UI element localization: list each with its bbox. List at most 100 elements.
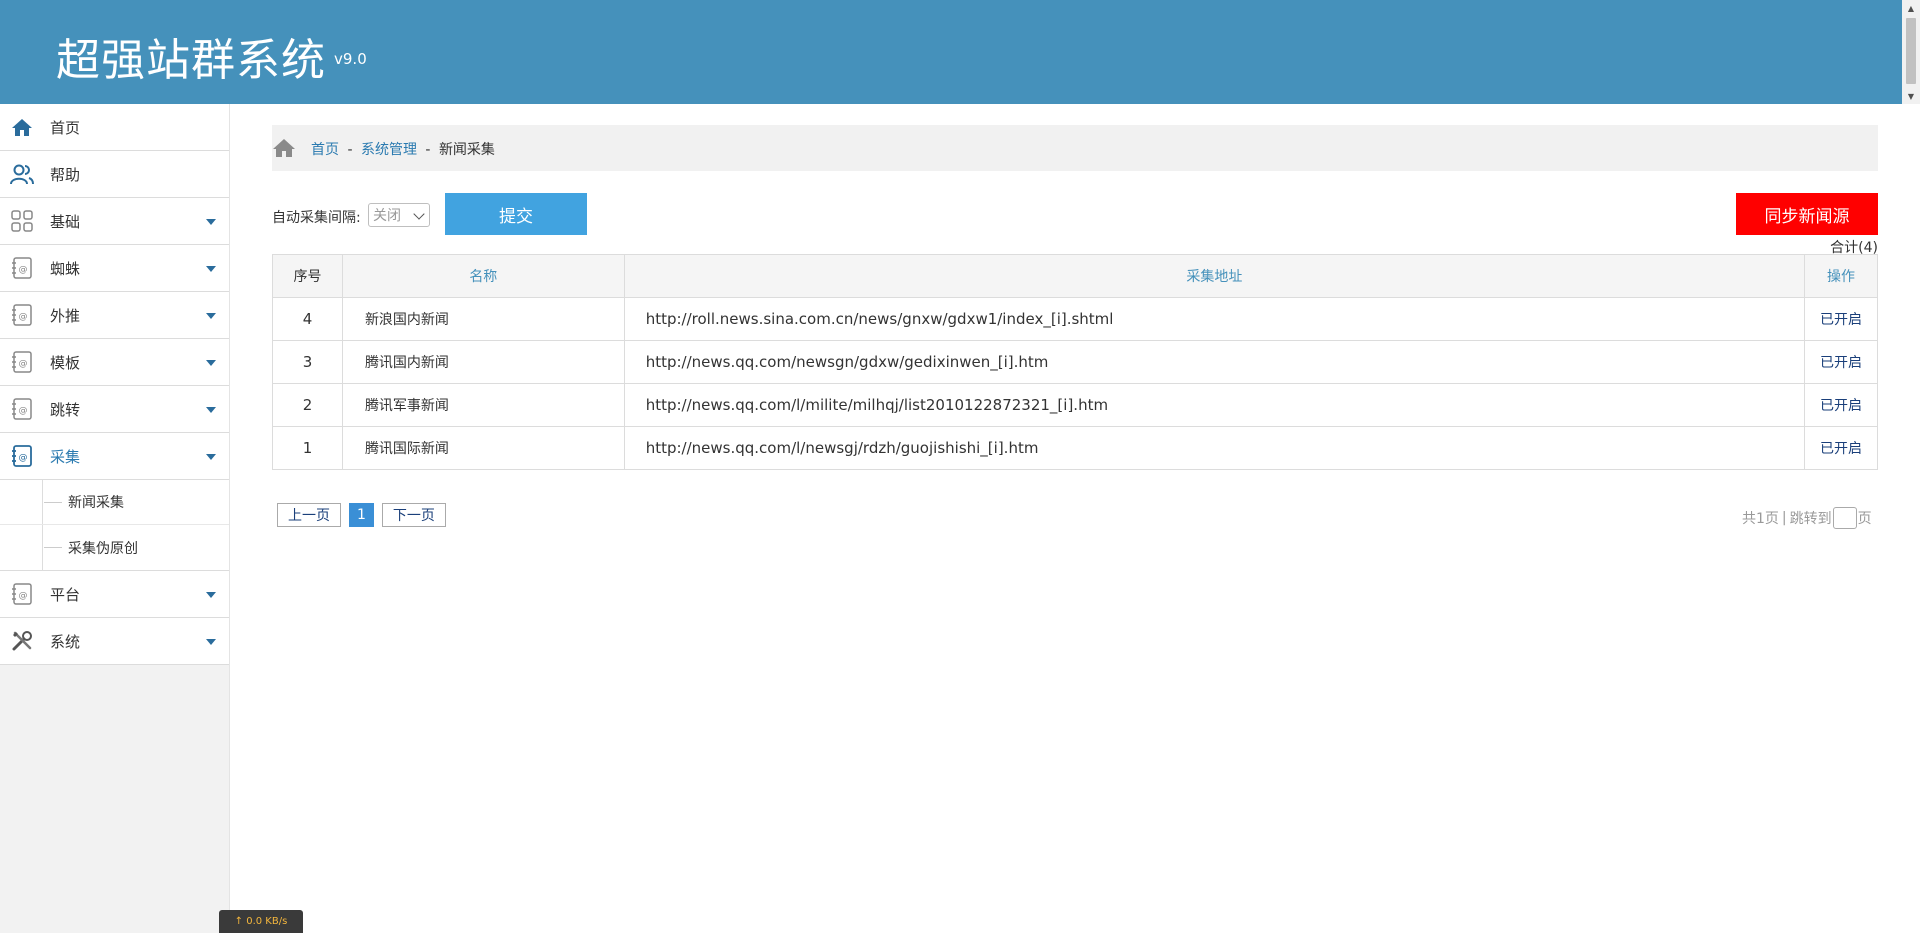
cell-name: 腾讯国际新闻 (341, 426, 625, 470)
interval-label: 自动采集间隔: (272, 210, 361, 226)
jump-page-input[interactable] (1832, 507, 1857, 529)
table-row: 1 腾讯国际新闻 http://news.qq.com/l/newsgj/rdz… (272, 426, 1878, 470)
breadcrumb-current: 新闻采集 (438, 142, 495, 158)
collect-submenu: 新闻采集 采集伪原创 (0, 480, 229, 572)
toggle-status-link[interactable]: 已开启 (1820, 441, 1862, 457)
chevron-down-icon (413, 208, 425, 220)
chevron-down-icon (206, 313, 216, 319)
toggle-status-link[interactable]: 已开启 (1820, 312, 1862, 328)
sidebar-item-label: 蜘蛛 (50, 259, 81, 278)
sidebar-item-label: 系统 (50, 632, 81, 651)
sidebar-item-collect[interactable]: @ 采集 (0, 433, 229, 480)
sidebar-item-label: 外推 (50, 306, 81, 325)
chevron-down-icon (206, 407, 216, 413)
notebook-icon: @ (10, 583, 34, 605)
cell-name: 新浪国内新闻 (341, 297, 625, 341)
network-speed-badge: ↑ 0.0 KB/s (219, 910, 303, 933)
cell-no: 1 (272, 426, 343, 470)
interval-select-value: 关闭 (373, 208, 401, 224)
submenu-item-news-collect[interactable]: 新闻采集 (0, 480, 229, 525)
sidebar-item-help[interactable]: 帮助 (0, 151, 229, 198)
cell-url: http://news.qq.com/l/milite/milhqj/list2… (623, 383, 1806, 427)
table-row: 3 腾讯国内新闻 http://news.qq.com/newsgn/gdxw/… (272, 340, 1878, 384)
notebook-icon: @ (10, 398, 34, 420)
sidebar-item-spider[interactable]: @ 蜘蛛 (0, 245, 229, 292)
svg-text:@: @ (19, 265, 28, 275)
chevron-down-icon (206, 219, 216, 225)
sidebar-item-label: 帮助 (50, 165, 81, 184)
sidebar-item-label: 采集 (50, 447, 81, 466)
sidebar-item-system[interactable]: 系统 (0, 618, 229, 665)
tools-icon (10, 630, 34, 652)
users-icon (10, 163, 34, 185)
scrollbar-thumb[interactable] (1906, 18, 1916, 84)
notebook-icon: @ (10, 351, 34, 373)
scroll-down-arrow-icon[interactable]: ▼ (1902, 88, 1920, 104)
home-icon[interactable] (272, 137, 296, 159)
sidebar-item-label: 首页 (50, 118, 81, 137)
app-header: 超强站群系统 v9.0 (0, 0, 1902, 104)
cell-name: 腾讯军事新闻 (341, 383, 625, 427)
submenu-item-pseudo-original[interactable]: 采集伪原创 (0, 525, 229, 570)
sidebar-item-redirect[interactable]: @ 跳转 (0, 386, 229, 433)
svg-text:@: @ (19, 453, 28, 463)
breadcrumb: 首页 - 系统管理 - 新闻采集 (272, 125, 1878, 171)
svg-text:@: @ (19, 591, 28, 601)
cell-url: http://news.qq.com/l/newsgj/rdzh/guojish… (623, 426, 1806, 470)
sidebar-item-label: 基础 (50, 212, 81, 231)
jump-to-label: 跳转到 (1789, 511, 1832, 527)
chevron-down-icon (206, 639, 216, 645)
app-version: v9.0 (334, 50, 367, 68)
submit-button[interactable]: 提交 (445, 193, 587, 235)
chevron-down-icon (206, 266, 216, 272)
table-row: 2 腾讯军事新闻 http://news.qq.com/l/milite/mil… (272, 383, 1878, 427)
sidebar-item-platform[interactable]: @ 平台 (0, 571, 229, 618)
sync-news-source-button[interactable]: 同步新闻源 (1736, 193, 1878, 235)
sidebar-item-label: 平台 (50, 585, 81, 604)
news-source-table: 序号 名称 采集地址 操作 4 新浪国内新闻 http://roll.news.… (272, 254, 1878, 470)
pagination-info: 共1页 | 跳转到 页 (1742, 507, 1872, 529)
notebook-icon: @ (10, 304, 34, 326)
sidebar-item-template[interactable]: @ 模板 (0, 339, 229, 386)
column-header-name: 名称 (341, 254, 625, 298)
breadcrumb-home-link[interactable]: 首页 (311, 142, 339, 158)
svg-text:@: @ (19, 406, 28, 416)
cell-no: 2 (272, 383, 343, 427)
vertical-scrollbar[interactable]: ▲ ▼ (1902, 0, 1920, 104)
next-page-button[interactable]: 下一页 (381, 503, 446, 527)
column-header-no: 序号 (272, 254, 343, 298)
cell-no: 4 (272, 297, 343, 341)
cell-name: 腾讯国内新闻 (341, 340, 625, 384)
svg-text:@: @ (19, 359, 28, 369)
sidebar: 首页 帮助 基础 @ 蜘蛛 @ 外推 @ 模板 @ 跳转 @ 采集 新闻采集 采… (0, 104, 230, 933)
chevron-down-icon (206, 454, 216, 460)
notebook-icon: @ (10, 257, 34, 279)
chevron-down-icon (206, 360, 216, 366)
total-pages: 共1页 (1742, 511, 1779, 527)
interval-select[interactable]: 关闭 (368, 203, 430, 227)
submenu-item-label: 新闻采集 (68, 495, 124, 511)
sidebar-item-basic[interactable]: 基础 (0, 198, 229, 245)
pagination: 上一页 1 下一页 (277, 503, 446, 527)
cell-url: http://roll.news.sina.com.cn/news/gnxw/g… (623, 297, 1806, 341)
prev-page-button[interactable]: 上一页 (277, 503, 341, 527)
cell-no: 3 (272, 340, 343, 384)
chevron-down-icon (206, 592, 216, 598)
table-header-row: 序号 名称 采集地址 操作 (272, 254, 1878, 298)
toggle-status-link[interactable]: 已开启 (1820, 398, 1862, 414)
submenu-item-label: 采集伪原创 (68, 540, 138, 557)
sidebar-item-home[interactable]: 首页 (0, 104, 229, 151)
page-suffix: 页 (1857, 511, 1872, 527)
app-title: 超强站群系统 (56, 35, 326, 86)
page-number-current[interactable]: 1 (349, 503, 374, 527)
table-row: 4 新浪国内新闻 http://roll.news.sina.com.cn/ne… (272, 297, 1878, 341)
column-header-url: 采集地址 (623, 254, 1806, 298)
cell-url: http://news.qq.com/newsgn/gdxw/gedixinwe… (623, 340, 1806, 384)
main-content: 首页 - 系统管理 - 新闻采集 自动采集间隔: 关闭 提交 同步新闻源 合计(… (272, 125, 1878, 529)
sidebar-item-outreach[interactable]: @ 外推 (0, 292, 229, 339)
breadcrumb-system-link[interactable]: 系统管理 (361, 142, 417, 158)
scroll-up-arrow-icon[interactable]: ▲ (1902, 0, 1920, 16)
sidebar-item-label: 模板 (50, 353, 81, 372)
home-icon (10, 116, 34, 138)
toggle-status-link[interactable]: 已开启 (1820, 355, 1862, 371)
